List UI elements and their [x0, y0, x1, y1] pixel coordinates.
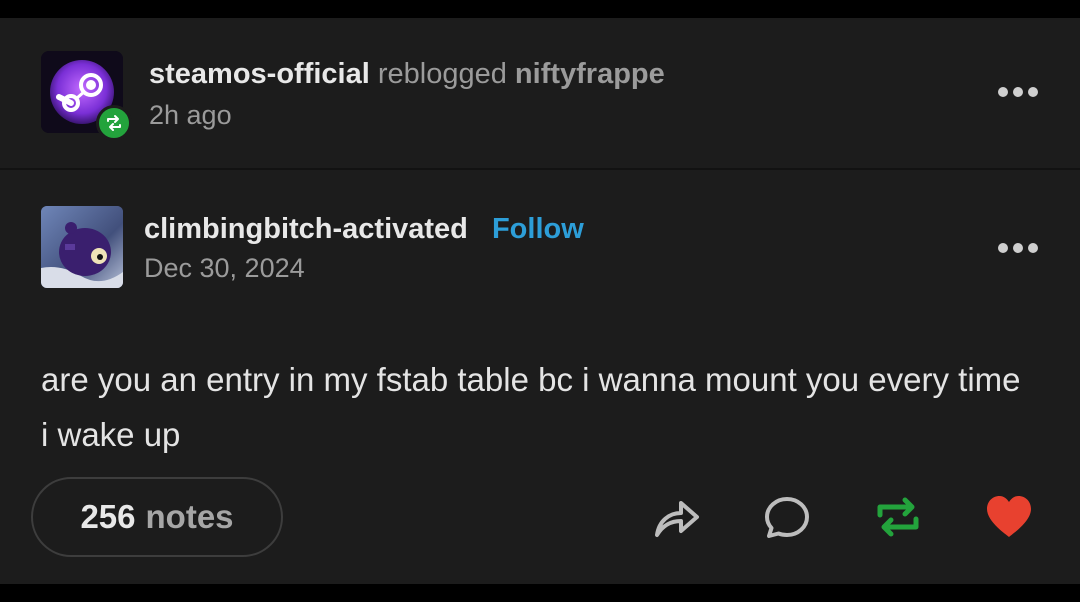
reblogged-from-name[interactable]: niftyfrappe: [515, 58, 665, 90]
post-more-options-button[interactable]: [998, 241, 1040, 255]
like-button[interactable]: [982, 490, 1036, 544]
reply-icon: [765, 497, 809, 538]
author-avatar-image: [41, 206, 123, 288]
reblog-icon: [877, 497, 919, 537]
post-body-text: are you an entry in my fstab table bc i …: [41, 361, 1021, 453]
share-icon: [655, 501, 699, 537]
reply-button[interactable]: [760, 490, 814, 544]
author-avatar[interactable]: [41, 206, 123, 288]
reblog-verb: reblogged: [377, 58, 507, 90]
reblog-time: 2h ago: [149, 100, 232, 130]
more-options-button[interactable]: [998, 85, 1040, 99]
heart-icon: [987, 496, 1031, 537]
follow-button[interactable]: Follow: [492, 213, 584, 245]
reblog-header: steamos-official reblogged niftyfrappe 2…: [0, 18, 1080, 168]
reblog-badge: [96, 105, 132, 141]
reblog-line: steamos-official reblogged niftyfrappe: [149, 58, 665, 91]
post-card: steamos-official reblogged niftyfrappe 2…: [0, 18, 1080, 584]
share-button[interactable]: [650, 490, 704, 544]
post-author-name[interactable]: climbingbitch-activated: [144, 213, 468, 245]
post-header-line: climbingbitch-activated Follow: [144, 213, 584, 246]
notes-button[interactable]: 256 notes: [31, 477, 283, 557]
post-date: Dec 30, 2024: [144, 253, 305, 283]
reblogger-name[interactable]: steamos-official: [149, 58, 370, 90]
reblog-small-icon: [107, 115, 121, 131]
notes-count: 256: [80, 498, 136, 535]
reblog-button[interactable]: [871, 490, 925, 544]
more-icon: [998, 243, 1008, 253]
notes-label: notes: [145, 498, 234, 535]
divider: [0, 168, 1080, 170]
more-icon: [998, 87, 1008, 97]
